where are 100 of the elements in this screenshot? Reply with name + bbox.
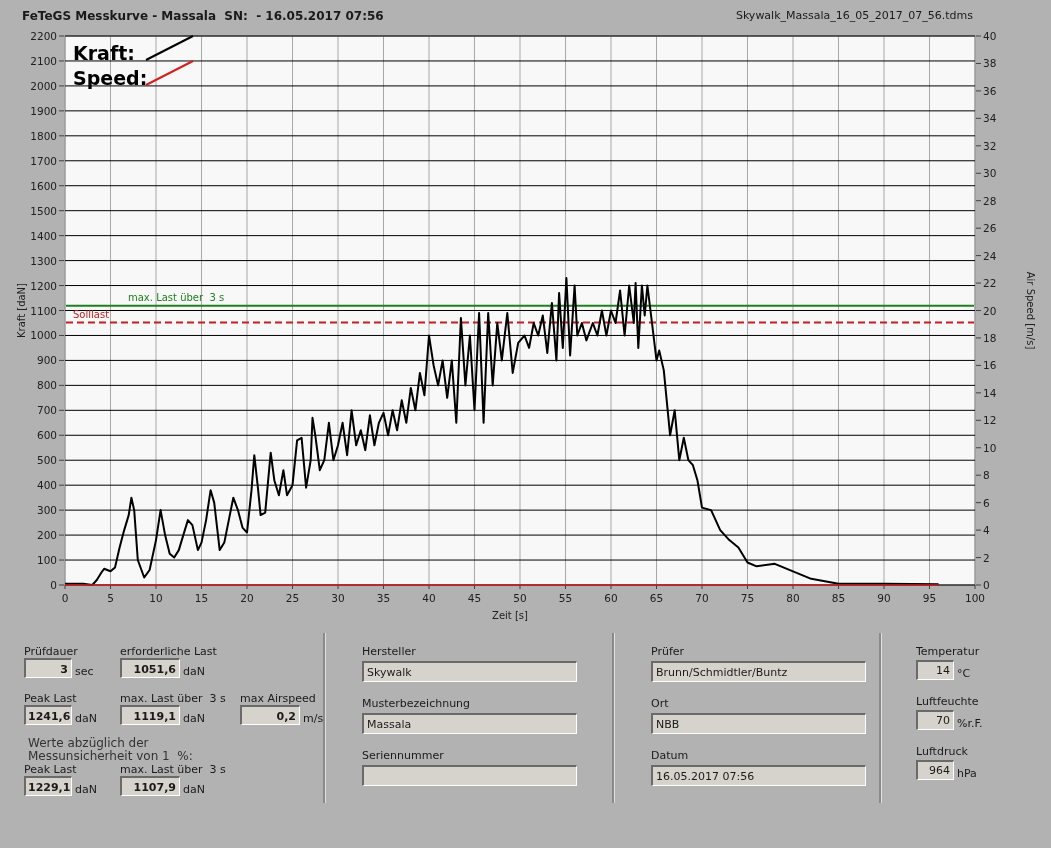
x-axis-title: Zeit [s] — [492, 610, 528, 621]
unit-label: daN — [182, 712, 205, 725]
field-label: Seriennummer — [362, 749, 445, 762]
unit-label: hPa — [956, 767, 977, 780]
axis-tick-label: 1600 — [30, 179, 57, 192]
value-display: 14 — [916, 660, 954, 680]
axis-tick-label: 200 — [36, 529, 57, 542]
field-label: max. Last über 3 s — [120, 692, 227, 705]
file-name: Skywalk_Massala_16_05_2017_07_56.tdms — [735, 9, 973, 22]
axis-tick-label: 10 — [149, 592, 163, 604]
unit-label: °C — [956, 667, 971, 680]
unit-label: daN — [74, 712, 97, 725]
axis-tick-label: 1100 — [30, 304, 57, 317]
field-label: Musterbezeichnung — [362, 697, 472, 710]
axis-tick-label: 55 — [558, 592, 573, 604]
field-label: Peak Last — [24, 692, 78, 705]
unit-label: sec — [74, 665, 94, 678]
axis-tick-label: 45 — [467, 592, 482, 604]
axis-tick-label: 0 — [983, 579, 990, 591]
reference-line-label: max. Last über 3 s — [128, 291, 225, 303]
axis-tick-label: 1500 — [30, 204, 57, 217]
value-display: 1107,9 — [120, 776, 180, 796]
axis-tick-label: 70 — [695, 592, 709, 604]
axis-tick-label: 0 — [61, 592, 69, 604]
field-label: Ort — [651, 697, 670, 710]
axis-tick-label: 34 — [983, 112, 997, 125]
axis-tick-label: 85 — [831, 592, 846, 604]
field-label: Datum — [651, 749, 690, 762]
axis-tick-label: 100 — [36, 554, 57, 567]
value-display: 1051,6 — [120, 658, 180, 678]
field-label: Prüfdauer — [24, 645, 79, 658]
axis-tick-label: 1000 — [30, 329, 57, 342]
field-label: Temperatur — [916, 645, 981, 658]
axis-tick-label: 2200 — [30, 30, 57, 42]
axis-tick-label: 25 — [285, 592, 300, 604]
axis-tick-label: 60 — [604, 592, 618, 604]
axis-tick-label: 900 — [36, 354, 57, 367]
axis-tick-label: 50 — [513, 592, 527, 604]
field-label: Peak Last — [24, 763, 78, 776]
value-display: 3 — [24, 658, 72, 678]
axis-tick-label: 35 — [376, 592, 391, 604]
axis-tick-label: 100 — [965, 592, 985, 604]
value-display: 1229,1 — [24, 776, 72, 796]
axis-tick-label: 32 — [983, 139, 997, 152]
axis-tick-label: 90 — [877, 592, 891, 604]
axis-tick-label: 1800 — [30, 129, 57, 142]
field-label: Hersteller — [362, 645, 417, 658]
unit-label: daN — [182, 783, 205, 796]
value-display: 0,2 — [240, 705, 300, 725]
axis-tick-label: 400 — [36, 479, 57, 492]
unit-label: m/s — [302, 712, 324, 725]
unit-label: %r.F. — [956, 717, 983, 730]
axis-tick-label: 26 — [983, 222, 997, 235]
axis-tick-label: 10 — [983, 441, 997, 454]
unit-label: daN — [182, 665, 205, 678]
axis-tick-label: 1400 — [30, 229, 57, 242]
axis-tick-label: 18 — [983, 331, 997, 344]
window-title: FeTeGS Messkurve - Massala SN: - 16.05.2017 07:56 — [22, 8, 384, 23]
axis-tick-label: 40 — [983, 30, 997, 42]
legend-label: Kraft: — [73, 42, 135, 64]
axis-tick-label: 15 — [194, 592, 209, 604]
axis-tick-label: 22 — [983, 277, 997, 290]
axis-tick-label: 2100 — [30, 54, 57, 67]
axis-tick-label: 20 — [240, 592, 254, 604]
reference-line-label: Solllast — [73, 308, 110, 320]
unit-label: daN — [74, 783, 97, 796]
axis-tick-label: 6 — [983, 496, 990, 509]
axis-tick-label: 95 — [922, 592, 937, 604]
axis-tick-label: 0 — [50, 579, 57, 591]
axis-tick-label: 5 — [107, 592, 114, 604]
axis-tick-label: 16 — [983, 359, 997, 372]
axis-tick-label: 30 — [983, 167, 997, 180]
axis-tick-label: 12 — [983, 414, 997, 427]
y-axis-title: Kraft [daN] — [16, 283, 27, 338]
axis-tick-label: 4 — [983, 524, 990, 537]
field-label: Prüfer — [651, 645, 686, 658]
value-display: 1119,1 — [120, 705, 180, 725]
axis-tick-label: 2000 — [30, 79, 57, 92]
axis-tick-label: 24 — [983, 249, 997, 262]
axis-tick-label: 700 — [36, 404, 57, 417]
axis-tick-label: 80 — [786, 592, 800, 604]
value-display: 1241,6 — [24, 705, 72, 725]
axis-tick-label: 300 — [36, 504, 57, 517]
legend-label: Speed: — [73, 67, 148, 89]
field-label: Luftdruck — [916, 745, 969, 758]
axis-tick-label: 65 — [649, 592, 664, 604]
axis-tick-label: 1900 — [30, 104, 57, 117]
field-label: max. Last über 3 s — [120, 763, 227, 776]
axis-tick-label: 1200 — [30, 279, 57, 292]
axis-tick-label: 1700 — [30, 154, 57, 167]
axis-tick-label: 30 — [331, 592, 345, 604]
axis-tick-label: 36 — [983, 84, 997, 97]
axis-tick-label: 500 — [36, 454, 57, 467]
value-display: 70 — [916, 710, 954, 730]
axis-tick-label: 28 — [983, 194, 997, 207]
axis-tick-label: 800 — [36, 379, 57, 392]
axis-tick-label: 8 — [983, 469, 990, 482]
field-label: Luftfeuchte — [916, 695, 980, 708]
axis-tick-label: 14 — [983, 386, 997, 399]
axis-tick-label: 2 — [983, 551, 990, 564]
